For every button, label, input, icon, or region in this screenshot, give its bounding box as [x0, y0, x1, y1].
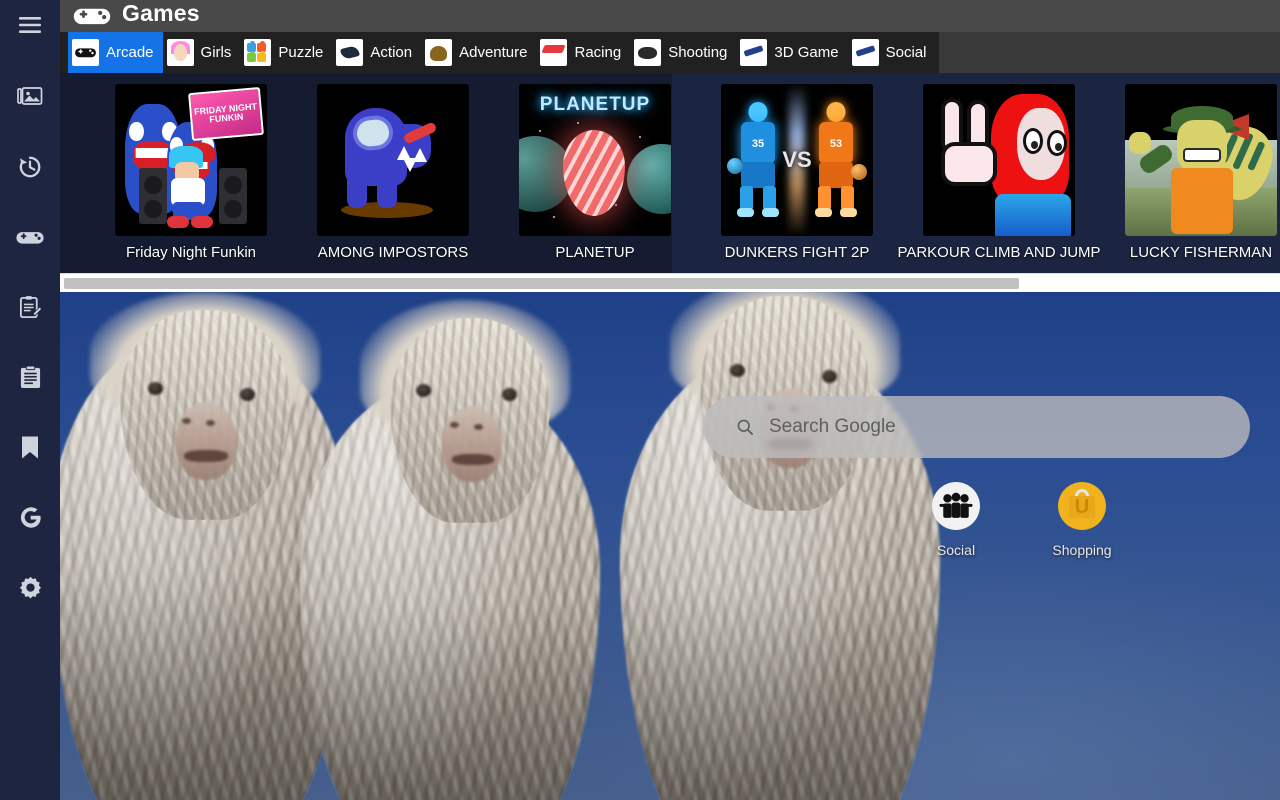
game-thumbnail: [923, 84, 1075, 236]
puzzle-icon: [244, 39, 272, 66]
tab-girls[interactable]: Girls: [163, 32, 241, 73]
page-title: Games: [122, 0, 200, 26]
vs-label: VS: [782, 147, 812, 172]
tab-adventure[interactable]: Adventure: [421, 32, 536, 73]
game-title: PARKOUR CLIMB AND JUMP: [897, 244, 1101, 261]
game-thumbnail: 35 53 VS: [721, 84, 873, 236]
tab-social[interactable]: Social: [848, 32, 936, 73]
gamepad-icon: [15, 228, 45, 247]
games-card-list: FRIDAY NIGHT FUNKIN Friday Night Funkin: [60, 73, 1280, 273]
game-title: PLANETUP: [555, 244, 635, 261]
sidebar-item-history[interactable]: [0, 132, 60, 202]
girls-icon: [166, 39, 194, 66]
search-icon: [735, 417, 755, 437]
search-placeholder: Search Google: [769, 416, 896, 437]
tab-arcade[interactable]: Arcade: [68, 32, 163, 73]
menu-icon: [18, 16, 42, 34]
social-icon: [851, 39, 879, 66]
threed-icon: [740, 39, 768, 66]
tab-3d-game[interactable]: 3D Game: [736, 32, 847, 73]
gamepad-icon: [72, 3, 112, 29]
action-icon: [336, 39, 364, 66]
search-input[interactable]: Search Google: [703, 396, 1250, 458]
tab-shooting[interactable]: Shooting: [630, 32, 736, 73]
sidebar-item-games[interactable]: [0, 202, 60, 272]
list-icon: [19, 365, 42, 390]
game-thumbnail: [1125, 84, 1277, 236]
game-thumbnail: [317, 84, 469, 236]
notes-icon: [18, 295, 43, 320]
game-card-among-impostors[interactable]: AMONG IMPOSTORS: [292, 73, 494, 261]
game-title: Friday Night Funkin: [125, 244, 257, 261]
bookmark-icon: [20, 435, 40, 460]
games-category-tabs: Arcade Girls Puzzle Action Adventure Rac…: [60, 32, 940, 73]
arcade-icon: [72, 39, 99, 66]
game-thumbnail: FRIDAY NIGHT FUNKIN: [115, 84, 267, 236]
browser-new-tab-page: Search Google Social U Shopping Games Ar…: [0, 0, 1280, 800]
game-card-dunkers-fight-2p[interactable]: 35 53 VS DUNKERS FIGHT 2P: [696, 73, 898, 261]
game-card-lucky-fisherman[interactable]: LUCKY FISHERMAN: [1100, 73, 1280, 261]
shortcuts-row: Social U Shopping: [915, 482, 1135, 582]
player-number: 53: [829, 138, 843, 150]
tab-racing[interactable]: Racing: [536, 32, 630, 73]
games-panel-header: Games: [60, 0, 1280, 32]
game-card-friday-night-funkin[interactable]: FRIDAY NIGHT FUNKIN Friday Night Funkin: [90, 73, 292, 261]
games-card-strip: FRIDAY NIGHT FUNKIN Friday Night Funkin: [60, 73, 1280, 273]
history-icon: [17, 154, 43, 180]
tab-label: Social: [885, 44, 927, 61]
tab-action[interactable]: Action: [332, 32, 421, 73]
game-art-title: PLANETUP: [539, 94, 651, 115]
game-title: DUNKERS FIGHT 2P: [724, 244, 870, 261]
game-logo-text: FRIDAY NIGHT FUNKIN: [188, 86, 264, 142]
tab-label: Puzzle: [278, 44, 324, 61]
tab-label: Girls: [200, 44, 232, 61]
left-sidebar: [0, 0, 60, 800]
game-card-planetup[interactable]: PLANETUP PLANETUP: [494, 73, 696, 261]
settings-icon: [18, 575, 43, 600]
racing-icon: [540, 39, 568, 66]
shopping-bag-icon: U: [1058, 482, 1106, 530]
sidebar-item-settings[interactable]: [0, 552, 60, 622]
game-thumbnail: PLANETUP: [519, 84, 671, 236]
shortcut-label: Shopping: [1052, 542, 1112, 558]
sidebar-item-notes[interactable]: [0, 272, 60, 342]
sidebar-item-wallpapers[interactable]: [0, 62, 60, 132]
new-tab-content: Search Google Social U Shopping: [60, 292, 1280, 800]
shooting-icon: [634, 39, 662, 66]
sidebar-item-google[interactable]: [0, 482, 60, 552]
player-number: 35: [751, 138, 765, 150]
game-title: AMONG IMPOSTORS: [317, 244, 469, 261]
games-panel: Games Arcade Girls Puzzle Action Adventu…: [60, 0, 1280, 292]
shortcut-shopping[interactable]: U Shopping: [1041, 482, 1123, 582]
tab-label: 3D Game: [774, 44, 839, 61]
tab-label: Shooting: [668, 44, 728, 61]
sidebar-item-menu[interactable]: [0, 8, 60, 42]
scrollbar-thumb[interactable]: [64, 277, 1019, 289]
sidebar-item-reading-list[interactable]: [0, 342, 60, 412]
tab-label: Arcade: [106, 44, 154, 61]
shortcut-label: Social: [936, 542, 976, 558]
google-icon: [18, 505, 43, 530]
tab-label: Action: [370, 44, 413, 61]
game-card-parkour-climb-and-jump[interactable]: PARKOUR CLIMB AND JUMP: [897, 73, 1101, 261]
horizontal-scrollbar[interactable]: [60, 273, 1280, 292]
game-title: LUCKY FISHERMAN: [1129, 244, 1273, 261]
shortcut-social[interactable]: Social: [915, 482, 997, 582]
images-icon: [17, 86, 43, 108]
adventure-icon: [425, 39, 453, 66]
tab-label: Adventure: [459, 44, 528, 61]
games-category-bar: Arcade Girls Puzzle Action Adventure Rac…: [60, 32, 1280, 73]
tab-puzzle[interactable]: Puzzle: [240, 32, 332, 73]
tab-label: Racing: [574, 44, 622, 61]
people-group-icon: [932, 482, 980, 530]
sidebar-item-bookmarks[interactable]: [0, 412, 60, 482]
